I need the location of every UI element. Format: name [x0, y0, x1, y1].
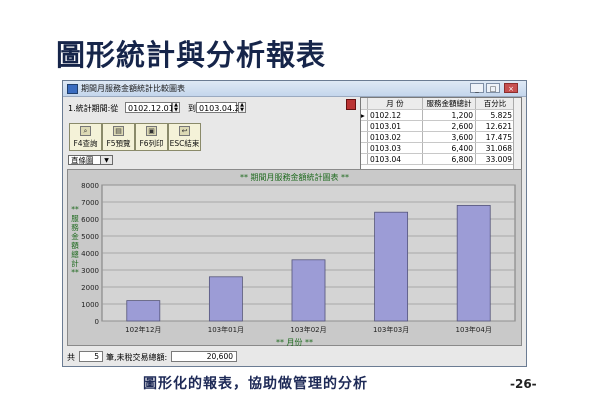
minimize-button[interactable]: _ — [470, 83, 484, 93]
date-to-spinner[interactable]: ▲ ▼ — [238, 102, 246, 113]
grid-header-month[interactable]: 月 份 — [367, 98, 423, 110]
print-button[interactable]: ▣ F6列印 — [135, 123, 168, 151]
cell-month: 0103.04 — [367, 153, 423, 165]
grid-header-row: 月 份 服務金額總計 百分比 — [361, 98, 515, 110]
report-window: 期間月服務金額統計比較圖表 _ □ × 1.統計期間:從 0102.12.01 … — [62, 80, 527, 367]
bar — [374, 211, 409, 322]
chevron-down-icon[interactable]: ▼ — [100, 155, 113, 165]
query-button[interactable]: ⌕ F4查詢 — [69, 123, 102, 151]
table-row[interactable]: ▸ 0102.12 1,200 5.825 — [361, 109, 515, 121]
cell-month: 0103.01 — [367, 120, 423, 132]
exit-button-label: ESC結束 — [169, 139, 200, 148]
date-to-label: 到 — [188, 104, 196, 113]
cell-percent: 5.825 — [475, 109, 515, 121]
bar-chart: 0 1000 2000 3000 4000 5000 6000 7000 8000 102年12月… — [81, 182, 516, 334]
bar — [126, 300, 161, 322]
y-tick-label: 0 — [95, 318, 99, 326]
bar — [456, 205, 491, 322]
status-middle: 筆,未稅交易總額: — [106, 353, 168, 362]
table-row[interactable]: 0103.04 6,800 33.009 — [361, 153, 515, 165]
y-tick-label: 8000 — [81, 182, 99, 190]
cell-amount: 3,600 — [422, 131, 476, 143]
cell-month: 0102.12 — [367, 109, 423, 121]
bar — [208, 276, 243, 322]
print-button-label: F6列印 — [139, 139, 164, 148]
cell-amount: 2,600 — [422, 120, 476, 132]
grid-scrollbar[interactable] — [513, 98, 521, 169]
query-button-label: F4查詢 — [73, 139, 98, 148]
period-label: 1.統計期間:從 — [68, 104, 119, 113]
slide-caption: 圖形化的報表，協助做管理的分析 — [143, 376, 368, 392]
bar — [291, 259, 326, 322]
status-prefix: 共 — [67, 353, 75, 362]
cell-percent: 12.621 — [475, 120, 515, 132]
preview-button[interactable]: ▤ F5預覽 — [102, 123, 135, 151]
pin-icon[interactable] — [346, 99, 356, 110]
preview-button-label: F5預覽 — [106, 139, 131, 148]
exit-icon: ↩ — [179, 126, 190, 136]
cell-amount: 6,800 — [422, 153, 476, 165]
search-icon: ⌕ — [80, 126, 91, 136]
table-row[interactable]: 0103.02 3,600 17.475 — [361, 131, 515, 143]
page-number: -26- — [510, 377, 537, 391]
window-title: 期間月服務金額統計比較圖表 — [81, 84, 185, 93]
close-button[interactable]: × — [504, 83, 518, 93]
app-icon — [67, 84, 78, 94]
total-amount: 20,600 — [171, 351, 237, 362]
x-tick-label: 103年03月 — [373, 325, 409, 334]
cell-percent: 17.475 — [475, 131, 515, 143]
x-tick-label: 102年12月 — [125, 325, 161, 334]
cell-month: 0103.03 — [367, 142, 423, 154]
data-grid[interactable]: 月 份 服務金額總計 百分比 ▸ 0102.12 1,200 5.825 010… — [360, 97, 522, 170]
y-tick-label: 1000 — [81, 301, 99, 309]
chart-x-axis-label: ** 月份 ** — [275, 338, 314, 347]
cell-amount: 6,400 — [422, 142, 476, 154]
x-tick-label: 103年04月 — [456, 325, 492, 334]
preview-icon: ▤ — [113, 126, 124, 136]
slide-title: 圖形統計與分析報表 — [56, 38, 327, 72]
grid-header-amount[interactable]: 服務金額總計 — [422, 98, 476, 110]
y-tick-label: 4000 — [81, 250, 99, 258]
y-tick-label: 5000 — [81, 233, 99, 241]
print-icon: ▣ — [146, 126, 157, 136]
maximize-button[interactable]: □ — [486, 83, 500, 93]
date-to-input[interactable]: 0103.04.22 — [196, 102, 245, 113]
x-tick-label: 103年02月 — [290, 325, 326, 334]
date-from-spinner[interactable]: ▲ ▼ — [172, 102, 180, 113]
cell-amount: 1,200 — [422, 109, 476, 121]
date-from-input[interactable]: 0102.12.01 — [125, 102, 174, 113]
cell-percent: 33.009 — [475, 153, 515, 165]
table-row[interactable]: 0103.01 2,600 12.621 — [361, 120, 515, 132]
window-titlebar: 期間月服務金額統計比較圖表 _ □ × — [63, 81, 526, 97]
record-count: 5 — [79, 351, 103, 362]
exit-button[interactable]: ↩ ESC結束 — [168, 123, 201, 151]
y-tick-label: 6000 — [81, 216, 99, 224]
y-tick-label: 2000 — [81, 284, 99, 292]
cell-month: 0103.02 — [367, 131, 423, 143]
y-tick-label: 3000 — [81, 267, 99, 275]
chart-panel: ** 期間月服務金額統計圖表 ** **服務金額總計** 0 1000 2000 30… — [67, 169, 522, 347]
cell-percent: 31.068 — [475, 142, 515, 154]
x-tick-label: 103年01月 — [208, 325, 244, 334]
y-tick-label: 7000 — [81, 199, 99, 207]
table-row[interactable]: 0103.03 6,400 31.068 — [361, 142, 515, 154]
grid-header-percent[interactable]: 百分比 — [475, 98, 515, 110]
